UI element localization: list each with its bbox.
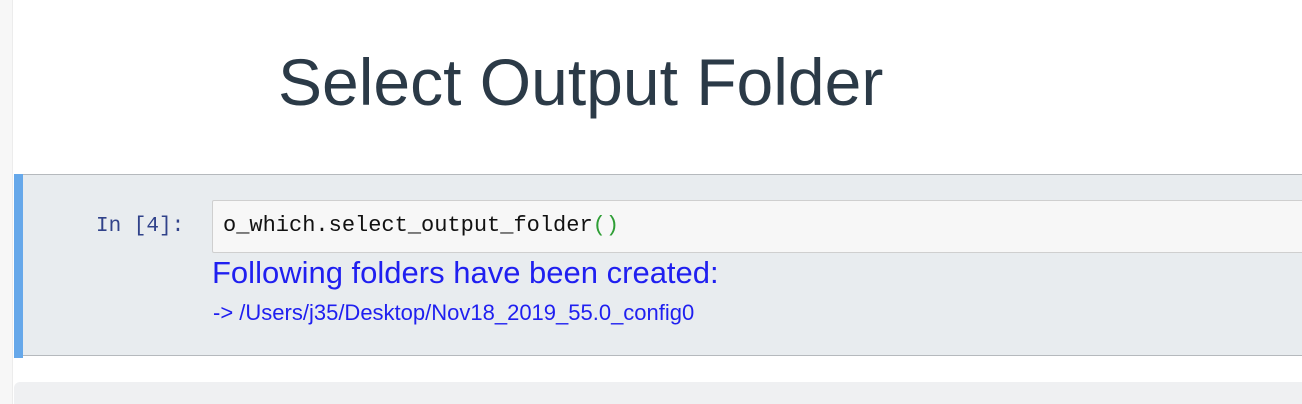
left-gutter	[0, 0, 13, 404]
output-message: Following folders have been created:	[212, 255, 719, 290]
markdown-heading: Select Output Folder	[278, 45, 884, 119]
selected-cell-indicator	[14, 174, 23, 358]
output-folder-path: -> /Users/j35/Desktop/Nov18_2019_55.0_co…	[213, 300, 695, 325]
code-call: o_which.select_output_folder	[223, 213, 593, 238]
open-paren: (	[592, 213, 606, 238]
close-paren: )	[605, 213, 620, 238]
input-prompt: In [4]:	[96, 215, 185, 238]
code-text[interactable]: o_which.select_output_folder()	[223, 213, 619, 239]
next-cell[interactable]	[14, 382, 1302, 404]
code-input-area[interactable]: o_which.select_output_folder()	[212, 200, 1302, 253]
notebook-page: Select Output Folder In [4]: o_which.sel…	[0, 0, 1302, 404]
